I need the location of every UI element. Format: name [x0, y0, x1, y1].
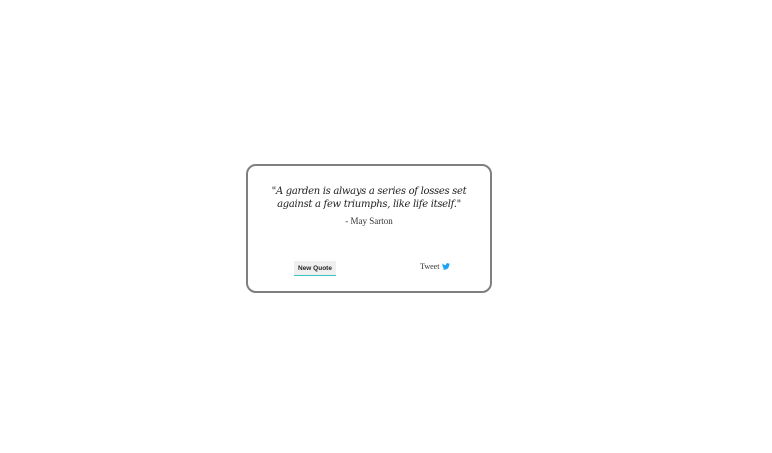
quote-text: "A garden is always a series of losses s…: [271, 186, 467, 210]
quote-card: "A garden is always a series of losses s…: [246, 164, 492, 293]
quote-author: - May Sarton: [345, 216, 393, 226]
new-quote-button[interactable]: New Quote: [294, 261, 336, 276]
twitter-bird-icon: [442, 263, 451, 270]
tweet-label: Tweet: [420, 262, 440, 271]
tweet-button[interactable]: Tweet: [420, 262, 451, 271]
